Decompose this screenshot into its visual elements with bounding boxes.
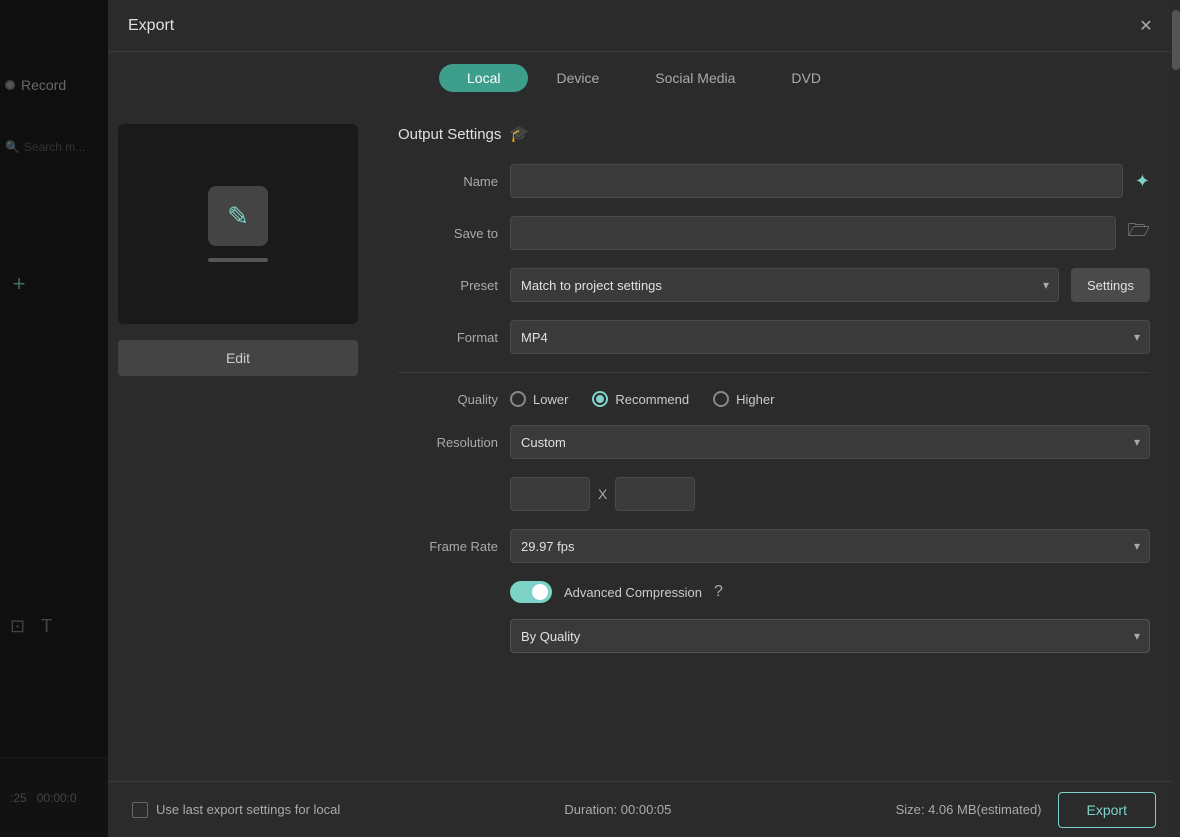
divider-1 <box>398 372 1150 373</box>
quality-options: Lower Recommend Higher <box>510 391 1150 407</box>
close-icon: ✕ <box>1139 16 1152 36</box>
resolution-width-input[interactable] <box>510 477 590 511</box>
footer-left: Use last export settings for local <box>132 802 340 818</box>
use-last-settings-checkbox[interactable]: Use last export settings for local <box>132 802 340 818</box>
modal-footer: Use last export settings for local Durat… <box>108 781 1180 837</box>
export-modal: Export ✕ Local Device Social Media DVD ✎ <box>108 0 1180 837</box>
quality-higher-option[interactable]: Higher <box>713 391 774 407</box>
by-quality-row: By Quality ▾ <box>398 619 1150 653</box>
pencil-icon: ✎ <box>227 201 249 232</box>
format-row: Format MP4 ▾ <box>398 320 1150 354</box>
by-quality-select[interactable]: By Quality <box>510 619 1150 653</box>
save-to-row: Save to 🗁 <box>398 216 1150 250</box>
format-select-wrap: MP4 ▾ <box>510 320 1150 354</box>
frame-rate-select-wrap: 29.97 fps ▾ <box>510 529 1150 563</box>
size-label: Size: 4.06 MB(estimated) <box>896 802 1042 817</box>
resolution-size-inputs: X <box>510 477 695 511</box>
resolution-label: Resolution <box>398 435 498 450</box>
output-settings-icon: 🎓 <box>509 124 529 144</box>
tab-bar: Local Device Social Media DVD <box>108 52 1180 104</box>
edit-button[interactable]: Edit <box>118 340 358 376</box>
tab-local[interactable]: Local <box>439 64 528 92</box>
resolution-select[interactable]: Custom <box>510 425 1150 459</box>
advanced-compression-label: Advanced Compression <box>564 585 702 600</box>
modal-title: Export <box>128 17 174 35</box>
resolution-inputs-row: X <box>398 477 1150 511</box>
resolution-row: Resolution Custom ▾ <box>398 425 1150 459</box>
quality-lower-option[interactable]: Lower <box>510 391 568 407</box>
quality-row: Quality Lower Recommend High <box>398 391 1150 407</box>
res-x-label: X <box>598 486 607 502</box>
preset-row: Preset Match to project settings ▾ Setti… <box>398 268 1150 302</box>
output-settings-label: Output Settings <box>398 126 501 143</box>
save-to-input[interactable] <box>510 216 1116 250</box>
tab-device[interactable]: Device <box>528 64 627 92</box>
right-panel: Output Settings 🎓 Name ✦ Save to 🗁 Prese… <box>368 104 1180 781</box>
modal-content: ✎ Edit Output Settings 🎓 Name ✦ <box>108 104 1180 781</box>
preview-thumbnail: ✎ <box>118 124 358 324</box>
modal-titlebar: Export ✕ <box>108 0 1180 52</box>
name-row: Name ✦ <box>398 164 1150 198</box>
settings-button[interactable]: Settings <box>1071 268 1150 302</box>
toggle-thumb <box>532 584 548 600</box>
frame-rate-select[interactable]: 29.97 fps <box>510 529 1150 563</box>
checkbox-label: Use last export settings for local <box>156 802 340 817</box>
format-select[interactable]: MP4 <box>510 320 1150 354</box>
quality-label: Quality <box>398 392 498 407</box>
name-input[interactable] <box>510 164 1123 198</box>
format-label: Format <box>398 330 498 345</box>
quality-lower-label: Lower <box>533 392 568 407</box>
left-panel: ✎ Edit <box>108 104 368 781</box>
quality-higher-label: Higher <box>736 392 774 407</box>
preview-line <box>208 258 268 262</box>
preview-icon: ✎ <box>208 186 268 246</box>
advanced-compression-row: Advanced Compression ? <box>398 581 1150 603</box>
export-button[interactable]: Export <box>1058 792 1156 828</box>
name-label: Name <box>398 174 498 189</box>
quality-recommend-label: Recommend <box>615 392 689 407</box>
advanced-compression-toggle[interactable] <box>510 581 552 603</box>
checkbox-box[interactable] <box>132 802 148 818</box>
close-button[interactable]: ✕ <box>1132 12 1160 40</box>
footer-duration: Duration: 00:00:05 <box>564 802 671 817</box>
toggle-track[interactable] <box>510 581 552 603</box>
scrollbar-track <box>1172 104 1180 781</box>
tab-social-media[interactable]: Social Media <box>627 64 763 92</box>
footer-right: Size: 4.06 MB(estimated) Export <box>896 792 1156 828</box>
help-icon[interactable]: ? <box>714 583 723 601</box>
frame-rate-row: Frame Rate 29.97 fps ▾ <box>398 529 1150 563</box>
frame-rate-label: Frame Rate <box>398 539 498 554</box>
preset-select[interactable]: Match to project settings <box>510 268 1059 302</box>
folder-icon[interactable]: 🗁 <box>1128 218 1150 248</box>
by-quality-select-wrap: By Quality ▾ <box>510 619 1150 653</box>
section-title: Output Settings 🎓 <box>398 124 1150 144</box>
tab-dvd[interactable]: DVD <box>763 64 849 92</box>
resolution-height-input[interactable] <box>615 477 695 511</box>
preset-select-wrap: Match to project settings ▾ <box>510 268 1059 302</box>
quality-recommend-option[interactable]: Recommend <box>592 391 689 407</box>
save-to-label: Save to <box>398 226 498 241</box>
ai-icon[interactable]: ✦ <box>1135 171 1150 192</box>
quality-lower-radio[interactable] <box>510 391 526 407</box>
resolution-select-wrap: Custom ▾ <box>510 425 1150 459</box>
quality-higher-radio[interactable] <box>713 391 729 407</box>
preset-label: Preset <box>398 278 498 293</box>
quality-recommend-radio[interactable] <box>592 391 608 407</box>
